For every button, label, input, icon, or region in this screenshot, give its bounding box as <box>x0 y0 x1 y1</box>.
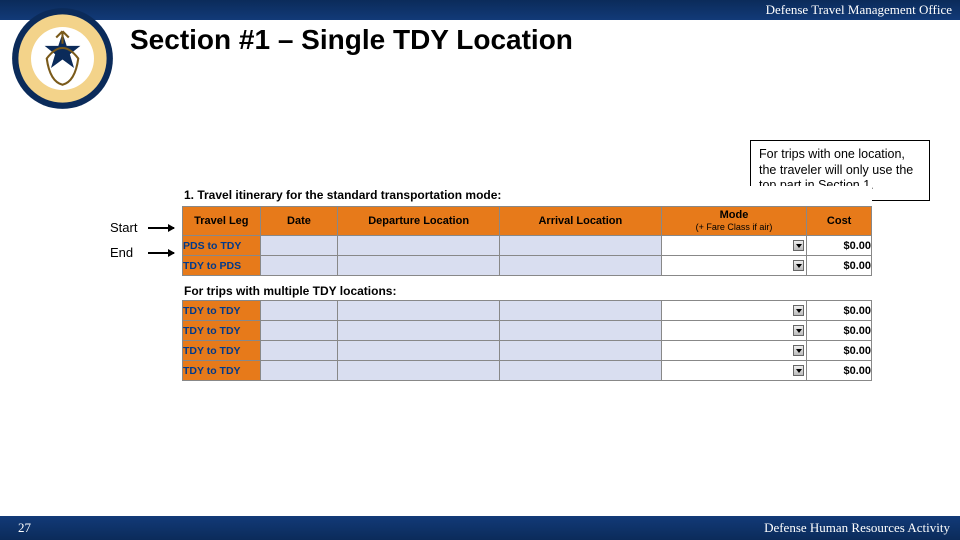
mode-dropdown[interactable] <box>661 341 807 361</box>
departure-input[interactable] <box>338 361 500 381</box>
cost-value: $0.00 <box>807 301 872 321</box>
end-label: End <box>110 245 133 260</box>
departure-input[interactable] <box>338 341 500 361</box>
chevron-down-icon <box>793 365 804 376</box>
form-heading: 1. Travel itinerary for the standard tra… <box>182 186 872 206</box>
slide-title: Section #1 – Single TDY Location <box>130 24 573 56</box>
cost-value: $0.00 <box>807 341 872 361</box>
header-org: Defense Travel Management Office <box>766 2 952 18</box>
departure-input[interactable] <box>338 321 500 341</box>
leg-label: TDY to TDY <box>183 341 261 361</box>
col-mode: Mode(+ Fare Class if air) <box>661 207 807 236</box>
mode-dropdown[interactable] <box>661 256 807 276</box>
col-travel-leg: Travel Leg <box>183 207 261 236</box>
table-row: TDY to TDY $0.00 <box>183 321 872 341</box>
chevron-down-icon <box>793 305 804 316</box>
chevron-down-icon <box>793 240 804 251</box>
arrow-icon <box>148 252 174 254</box>
mode-dropdown[interactable] <box>661 301 807 321</box>
chevron-down-icon <box>793 345 804 356</box>
itinerary-table-multi: TDY to TDY $0.00 TDY to TDY $0.00 TDY to… <box>182 300 872 381</box>
cost-value: $0.00 <box>807 321 872 341</box>
arrow-icon <box>148 227 174 229</box>
arrival-input[interactable] <box>499 301 661 321</box>
date-input[interactable] <box>260 301 338 321</box>
leg-label: TDY to TDY <box>183 321 261 341</box>
footer-org: Defense Human Resources Activity <box>764 520 950 536</box>
departure-input[interactable] <box>338 301 500 321</box>
col-arrival: Arrival Location <box>499 207 661 236</box>
table-row: TDY to PDS $0.00 <box>183 256 872 276</box>
table-row: TDY to TDY $0.00 <box>183 301 872 321</box>
cost-value: $0.00 <box>807 236 872 256</box>
date-input[interactable] <box>260 361 338 381</box>
itinerary-table-primary: Travel Leg Date Departure Location Arriv… <box>182 206 872 276</box>
chevron-down-icon <box>793 325 804 336</box>
table-row: PDS to TDY $0.00 <box>183 236 872 256</box>
form-subheading: For trips with multiple TDY locations: <box>182 276 872 300</box>
start-label: Start <box>110 220 137 235</box>
cost-value: $0.00 <box>807 256 872 276</box>
leg-label: TDY to TDY <box>183 361 261 381</box>
table-header-row: Travel Leg Date Departure Location Arriv… <box>183 207 872 236</box>
arrival-input[interactable] <box>499 361 661 381</box>
arrival-input[interactable] <box>499 256 661 276</box>
leg-label: TDY to PDS <box>183 256 261 276</box>
date-input[interactable] <box>260 236 338 256</box>
col-departure: Departure Location <box>338 207 500 236</box>
chevron-down-icon <box>793 260 804 271</box>
page-number: 27 <box>18 520 31 536</box>
leg-label: TDY to TDY <box>183 301 261 321</box>
itinerary-form: 1. Travel itinerary for the standard tra… <box>182 186 872 381</box>
col-date: Date <box>260 207 338 236</box>
date-input[interactable] <box>260 321 338 341</box>
mode-dropdown[interactable] <box>661 236 807 256</box>
leg-label: PDS to TDY <box>183 236 261 256</box>
cost-value: $0.00 <box>807 361 872 381</box>
departure-input[interactable] <box>338 236 500 256</box>
col-cost: Cost <box>807 207 872 236</box>
table-row: TDY to TDY $0.00 <box>183 341 872 361</box>
mode-dropdown[interactable] <box>661 361 807 381</box>
mode-dropdown[interactable] <box>661 321 807 341</box>
dod-seal-logo <box>10 6 115 111</box>
date-input[interactable] <box>260 341 338 361</box>
table-row: TDY to TDY $0.00 <box>183 361 872 381</box>
date-input[interactable] <box>260 256 338 276</box>
arrival-input[interactable] <box>499 236 661 256</box>
arrival-input[interactable] <box>499 341 661 361</box>
arrival-input[interactable] <box>499 321 661 341</box>
departure-input[interactable] <box>338 256 500 276</box>
